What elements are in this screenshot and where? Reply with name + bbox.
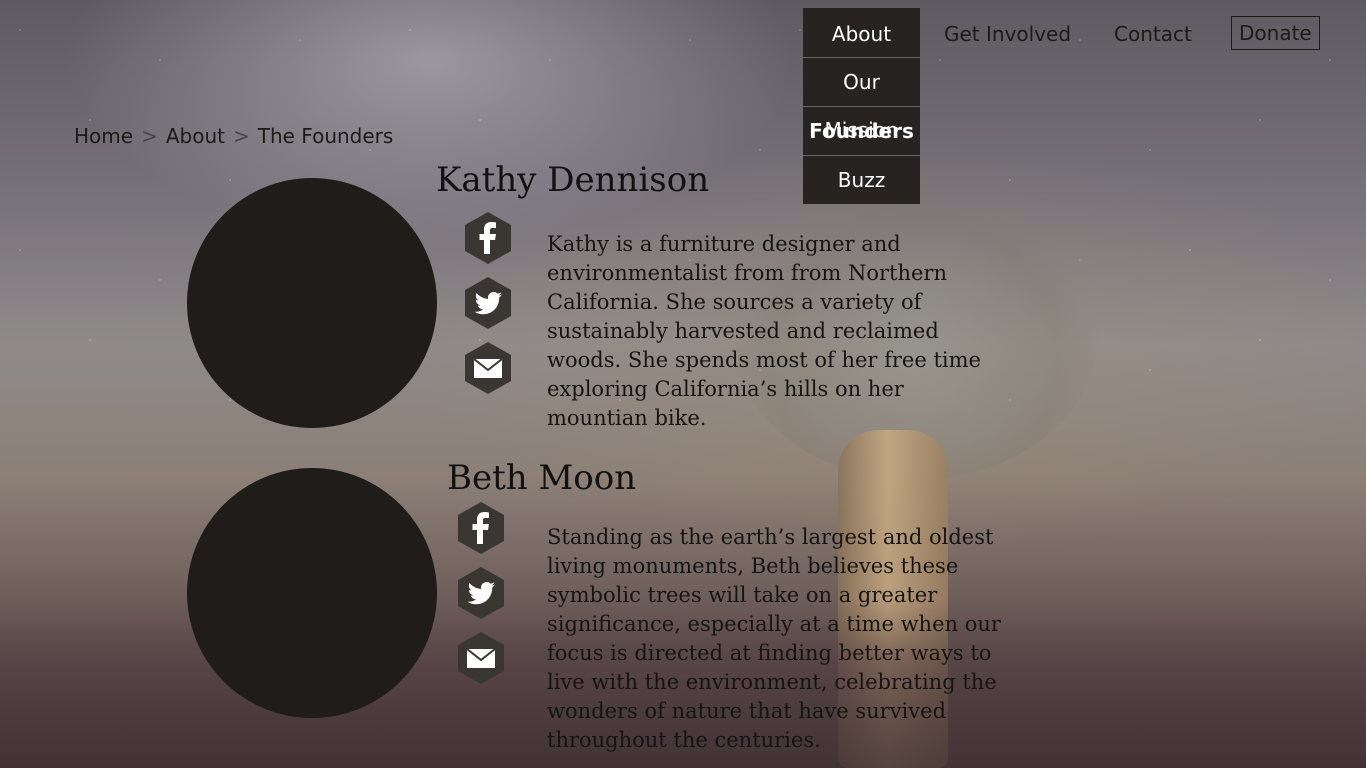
bio-line: living monuments, Beth believes these (547, 554, 959, 578)
bio-line: woods. She spends most of her free time (547, 348, 981, 372)
breadcrumb-home[interactable]: Home (74, 124, 133, 148)
breadcrumb-separator: > (232, 124, 250, 148)
facebook-icon[interactable] (463, 211, 513, 265)
bio-line: exploring California’s hills on her (547, 377, 904, 401)
breadcrumb: Home > About > The Founders (74, 124, 393, 148)
founder-name: Beth Moon (447, 458, 637, 498)
breadcrumb-about[interactable]: About (166, 124, 225, 148)
bio-line: Kathy is a furniture designer and (547, 232, 901, 256)
nav-donate-button[interactable]: Donate (1231, 16, 1320, 50)
facebook-icon[interactable] (456, 501, 506, 555)
about-dropdown-menu: Our Mission Founders Buzz (803, 57, 920, 204)
bio-line: live with the environment, celebrating t… (547, 670, 997, 694)
bio-line: environmentalist from from Northern (547, 261, 947, 285)
bio-line: California. She sources a variety of (547, 290, 922, 314)
email-icon[interactable] (463, 341, 513, 395)
breadcrumb-separator: > (141, 124, 158, 148)
breadcrumb-current: The Founders (257, 124, 394, 148)
twitter-icon[interactable] (456, 566, 506, 620)
founder-bio: Kathy is a furniture designer and enviro… (547, 230, 1007, 433)
dropdown-item-buzz[interactable]: Buzz (803, 155, 920, 204)
nav-about[interactable]: About (803, 8, 920, 58)
bio-line: focus is directed at finding better ways… (547, 641, 992, 665)
bio-line: wonders of nature that have survived (547, 699, 947, 723)
nav-contact[interactable]: Contact (1114, 8, 1192, 58)
email-icon[interactable] (456, 631, 506, 685)
founder-name: Kathy Dennison (436, 160, 710, 200)
bio-line: mountian bike. (547, 406, 707, 430)
founder-photo (187, 178, 437, 428)
dropdown-item-our-mission[interactable]: Our Mission (803, 57, 920, 142)
bio-line: symbolic trees will take on a greater (547, 583, 938, 607)
nav-get-involved[interactable]: Get Involved (944, 8, 1071, 58)
founder-photo (187, 468, 437, 718)
bio-line: sustainably harvested and reclaimed (547, 319, 939, 343)
founder-bio: Standing as the earth’s largest and olde… (547, 523, 1017, 755)
twitter-icon[interactable] (463, 276, 513, 330)
bio-line: significance, especially at a time when … (547, 612, 1001, 636)
bio-line: Standing as the earth’s largest and olde… (547, 525, 994, 549)
dropdown-item-founders[interactable]: Founders (803, 106, 920, 155)
bio-line: throughout the centuries. (547, 728, 821, 752)
